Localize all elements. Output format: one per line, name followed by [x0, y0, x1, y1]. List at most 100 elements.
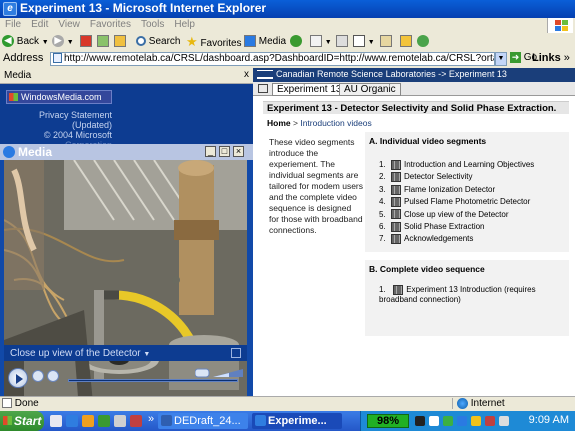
seek-bar[interactable]: [68, 379, 238, 382]
quicklaunch-media-icon[interactable]: [82, 415, 94, 427]
address-dropdown-button[interactable]: ▼: [495, 52, 507, 66]
history-button[interactable]: [290, 34, 302, 49]
privacy-link[interactable]: Privacy Statement: [0, 110, 112, 120]
quicklaunch-acrobat-icon[interactable]: [130, 415, 142, 427]
tab-list-icon[interactable]: [258, 84, 268, 93]
media-button[interactable]: Media: [244, 34, 286, 49]
video-segment-item[interactable]: 5. Close up view of the Detector: [379, 209, 534, 221]
tray-usb-icon[interactable]: [499, 416, 509, 426]
quicklaunch-more-icon[interactable]: »: [148, 413, 154, 425]
discuss-button[interactable]: [380, 34, 392, 49]
player-controls: [0, 361, 253, 396]
segment-number: 2.: [379, 172, 386, 182]
video-icon: [391, 184, 401, 195]
segment-label: Flame Ionization Detector: [404, 184, 496, 194]
segment-number: 6.: [379, 221, 386, 231]
privacy-updated: (Updated): [71, 120, 112, 130]
tray-shield-icon[interactable]: [457, 416, 467, 426]
web-content: Canadian Remote Science Laboratories -> …: [253, 68, 575, 396]
power-plug-icon[interactable]: [415, 416, 425, 426]
video-icon: [391, 159, 401, 170]
home-button[interactable]: [114, 34, 126, 49]
task-experiment[interactable]: Experime...: [252, 413, 342, 429]
menu-tools[interactable]: Tools: [136, 18, 169, 31]
video-segment-item[interactable]: 6. Solid Phase Extraction: [379, 221, 534, 233]
media-label: Media: [258, 36, 287, 47]
favorites-label: Favorites: [200, 38, 242, 49]
windowsmedia-link[interactable]: WindowsMedia.com: [6, 90, 112, 104]
edit-button[interactable]: ▼: [353, 34, 375, 49]
volume-icon[interactable]: [429, 416, 439, 426]
video-segment-item[interactable]: 2. Detector Selectivity: [379, 171, 534, 183]
network-icon[interactable]: [443, 416, 453, 426]
segment-number: 1.: [379, 160, 386, 169]
quicklaunch-desktop-icon[interactable]: [50, 415, 62, 427]
crsl-banner: Canadian Remote Science Laboratories -> …: [253, 68, 575, 82]
video-segment-item[interactable]: 1. Introduction and Learning Objectives: [379, 159, 534, 171]
search-button[interactable]: Search: [136, 34, 180, 49]
system-clock[interactable]: 9:09 AM: [529, 414, 569, 426]
individual-segments-section: A. Individual video segments 1. Introduct…: [365, 132, 569, 252]
tray-app-icon[interactable]: [485, 416, 495, 426]
tab-experiment-13[interactable]: Experiment 13: [272, 83, 347, 96]
address-url: http://www.remotelab.ca/CRSL/dashboard.a…: [64, 53, 495, 64]
mail-button[interactable]: ▼: [310, 34, 332, 49]
maximize-button[interactable]: □: [219, 146, 230, 157]
battery-indicator[interactable]: 98%: [367, 414, 409, 428]
segment-number: 7.: [379, 234, 386, 244]
fullscreen-icon[interactable]: [231, 348, 241, 358]
next-track-button[interactable]: [47, 370, 59, 382]
research-icon: [400, 35, 412, 48]
research-button[interactable]: [400, 34, 412, 49]
zone-text: Internet: [470, 398, 505, 410]
quicklaunch-word-icon[interactable]: [114, 415, 126, 427]
close-sidebar-button[interactable]: x: [244, 69, 249, 80]
full-sequence-num: 1.: [379, 285, 386, 295]
quicklaunch-messenger-icon[interactable]: [98, 415, 110, 427]
favorites-button[interactable]: ★ Favorites: [186, 34, 242, 49]
links-button[interactable]: Links »: [532, 52, 570, 64]
forward-button[interactable]: ▶ ▼: [52, 34, 74, 49]
mail-icon: [310, 35, 322, 48]
video-caption-bar[interactable]: Close up view of the Detector ▼: [4, 345, 247, 361]
minimize-button[interactable]: _: [205, 146, 216, 157]
task-dedraft[interactable]: DEDraft_24...: [158, 413, 248, 429]
menu-edit[interactable]: Edit: [26, 18, 53, 31]
messenger-button[interactable]: [417, 34, 429, 49]
full-sequence-item[interactable]: 1. Experiment 13 Introduction (requires …: [379, 285, 559, 305]
address-input[interactable]: http://www.remotelab.ca/CRSL/dashboard.a…: [50, 52, 495, 66]
video-segment-item[interactable]: 7. Acknowledgements: [379, 233, 534, 245]
stop-button[interactable]: [80, 34, 92, 49]
start-button[interactable]: Start: [0, 411, 44, 431]
menu-view[interactable]: View: [53, 18, 85, 31]
menu-help[interactable]: Help: [169, 18, 200, 31]
tab-au-organic[interactable]: AU Organic: [339, 83, 401, 96]
stop-playback-button[interactable]: [32, 370, 44, 382]
menu-bar: File Edit View Favorites Tools Help: [0, 18, 575, 33]
window-titlebar[interactable]: e Experiment 13 - Microsoft Internet Exp…: [0, 0, 575, 18]
refresh-button[interactable]: [97, 34, 109, 49]
task-dedraft-label: DEDraft_24...: [174, 415, 241, 427]
video-segment-item[interactable]: 4. Pulsed Flame Photometric Detector: [379, 196, 534, 208]
go-arrow-icon: ➜: [510, 52, 521, 63]
menu-favorites[interactable]: Favorites: [85, 18, 136, 31]
breadcrumb-home[interactable]: Home: [267, 118, 291, 128]
address-bar: Address http://www.remotelab.ca/CRSL/das…: [0, 50, 575, 68]
video-caption: Close up view of the Detector: [10, 348, 141, 359]
breadcrumb: Home > Introduction videos: [267, 118, 372, 128]
video-segment-item[interactable]: 3. Flame Ionization Detector: [379, 184, 534, 196]
close-player-button[interactable]: ×: [233, 146, 244, 157]
back-label: Back: [16, 36, 40, 47]
player-titlebar[interactable]: Media _ □ ×: [0, 144, 253, 160]
messenger-icon: [417, 35, 429, 48]
menu-file[interactable]: File: [0, 18, 26, 31]
print-button[interactable]: [336, 34, 348, 49]
tray-warning-icon[interactable]: [471, 416, 481, 426]
back-button[interactable]: ◀ Back ▼: [2, 34, 49, 49]
ie-task-icon: [255, 415, 266, 426]
segment-number: 4.: [379, 197, 386, 207]
forward-arrow-icon: ▶: [52, 35, 64, 48]
quicklaunch-ie-icon[interactable]: [66, 415, 78, 427]
play-button[interactable]: [8, 368, 28, 388]
volume-slider[interactable]: [194, 368, 245, 378]
